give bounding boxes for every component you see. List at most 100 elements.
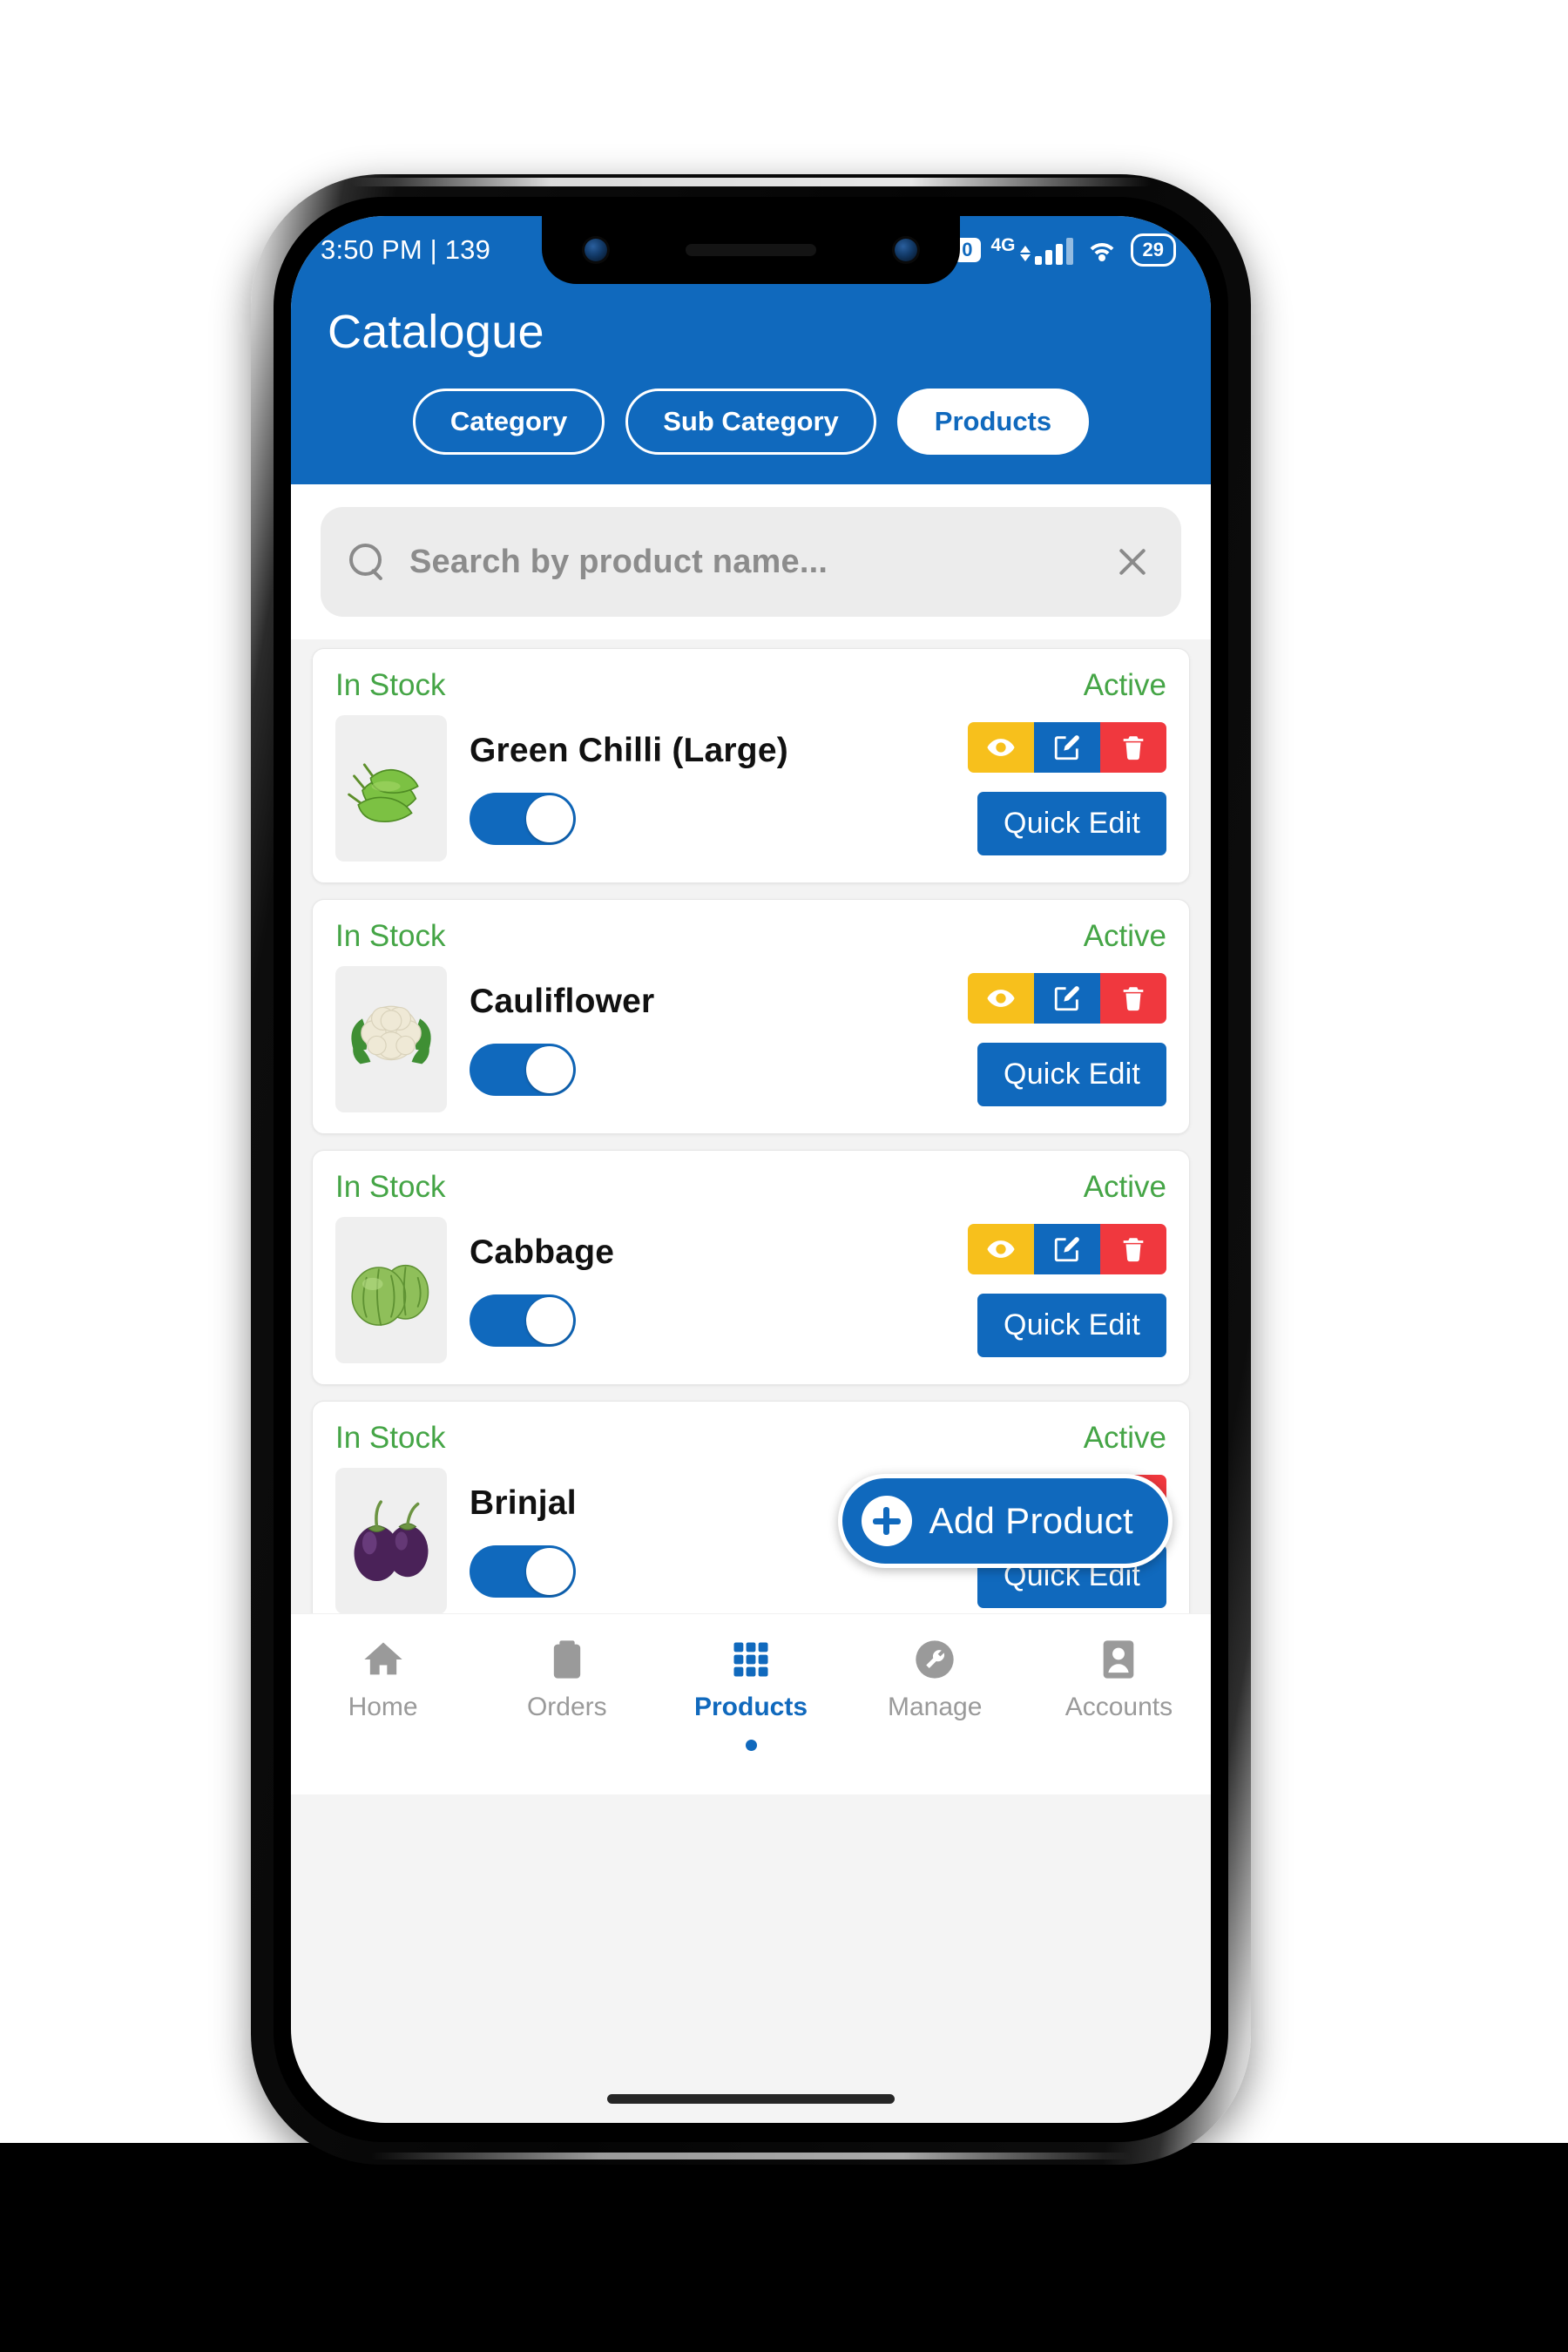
network-type-label: 4G [990,234,1016,255]
green-chilli-image [348,763,419,822]
edit-button[interactable] [1034,1223,1100,1274]
nav-label-accounts: Accounts [1064,1693,1173,1721]
card-actions: Quick Edit [968,972,1166,1106]
product-thumbnail [335,966,447,1112]
grid-icon [733,1642,768,1677]
signal-bars-icon [1034,237,1073,265]
add-product-button[interactable]: Add Product [837,1474,1173,1568]
list-item[interactable]: In Stock Active [312,1150,1190,1385]
phone-screen: 3:50 PM | 139 0 4G 29 Catalogue Category… [291,216,1211,2123]
quick-edit-button[interactable]: Quick Edit [977,791,1166,855]
search-input[interactable]: Search by product name... [409,544,1091,581]
eye-icon [987,1240,1015,1258]
card-header: In Stock Active [335,919,1166,954]
status-badge: Active [1083,919,1166,953]
status-badge: Active [1083,1421,1166,1455]
card-header: In Stock Active [335,1421,1166,1456]
frame-highlight-top [350,178,1152,186]
brinjal-image [354,1500,429,1582]
trash-icon [1123,986,1144,1010]
edit-button[interactable] [1034,972,1100,1024]
person-icon [1104,1640,1134,1679]
nav-label-home: Home [348,1693,418,1721]
delete-button[interactable] [1100,1223,1166,1274]
display-notch [542,216,960,284]
close-icon[interactable] [1113,543,1152,581]
delete-button[interactable] [1100,972,1166,1024]
status-bar-icons: 0 4G 29 [952,233,1176,267]
nav-label-products: Products [693,1693,808,1721]
search-section: Search by product name... [291,484,1211,639]
wrench-icon [916,1640,954,1679]
nav-item-products[interactable]: Products [659,1637,842,1751]
home-indicator[interactable] [607,2094,895,2104]
search-icon [347,542,387,582]
page-title: Catalogue [328,306,544,358]
edit-button[interactable] [1034,721,1100,773]
trash-icon [1123,735,1144,760]
view-button[interactable] [968,721,1034,773]
battery-icon: 29 [1130,233,1176,267]
stock-badge: In Stock [335,1170,446,1204]
view-button[interactable] [968,1223,1034,1274]
edit-icon [1054,1236,1079,1261]
backdrop-band [0,2143,1568,2352]
product-toggle[interactable] [470,1545,576,1598]
action-button-group [968,972,1166,1024]
product-name: Green Chilli (Large) [470,732,788,769]
product-thumbnail [335,1468,447,1613]
eye-icon [987,738,1015,756]
list-item[interactable]: In Stock Active [312,648,1190,883]
card-header: In Stock Active [335,1170,1166,1205]
front-camera-icon [585,239,607,261]
stock-badge: In Stock [335,919,446,953]
tab-category[interactable]: Category [412,389,605,455]
nav-item-orders[interactable]: Orders [475,1637,659,1722]
card-header: In Stock Active [335,668,1166,703]
earpiece-speaker [686,244,816,256]
quick-edit-button[interactable]: Quick Edit [977,1042,1166,1106]
status-badge: Active [1083,1170,1166,1204]
card-actions: Quick Edit [968,721,1166,855]
card-main: Cauliflower [470,983,945,1096]
active-tab-indicator [745,1740,757,1751]
tab-products[interactable]: Products [896,389,1090,455]
card-main: Green Chilli (Large) [470,732,945,845]
search-bar[interactable]: Search by product name... [321,507,1181,617]
nav-label-orders: Orders [526,1693,607,1721]
product-thumbnail [335,715,447,862]
trash-icon [1123,1237,1144,1261]
phone-bezel: 3:50 PM | 139 0 4G 29 Catalogue Category… [274,197,1228,2142]
delete-button[interactable] [1100,721,1166,773]
action-button-group [968,1223,1166,1274]
nav-label-manage: Manage [888,1693,983,1721]
phone-device-frame: 3:50 PM | 139 0 4G 29 Catalogue Category… [251,174,1251,2165]
sensor-icon [895,239,917,261]
app-header: Catalogue Category Sub Category Products [291,284,1211,484]
tab-sub-category[interactable]: Sub Category [625,389,876,455]
product-toggle[interactable] [470,1044,576,1096]
product-toggle[interactable] [470,793,576,845]
nav-item-manage[interactable]: Manage [843,1637,1027,1722]
nav-item-accounts[interactable]: Accounts [1027,1637,1211,1722]
list-item[interactable]: In Stock Active [312,899,1190,1134]
cabbage-image [351,1264,429,1327]
tab-bar: Category Sub Category Products [291,389,1211,455]
wifi-icon [1085,238,1119,262]
view-button[interactable] [968,972,1034,1024]
bottom-navigation: Home Orders Products Manage Accounts [291,1613,1211,1794]
product-thumbnail [335,1217,447,1363]
card-body: Cabbage Quick Edit [335,1217,1166,1363]
product-name: Cabbage [470,1233,615,1271]
home-icon [363,1642,402,1675]
quick-edit-button[interactable]: Quick Edit [977,1293,1166,1357]
card-body: Green Chilli (Large) Quick Edit [335,715,1166,862]
stock-badge: In Stock [335,668,446,702]
card-actions: Quick Edit [968,1223,1166,1357]
status-badge: Active [1083,668,1166,702]
nav-item-home[interactable]: Home [291,1637,475,1722]
edit-icon [1054,985,1079,1010]
product-toggle[interactable] [470,1294,576,1347]
product-list[interactable]: In Stock Active Green Chilli (Large) Qui… [291,639,1211,1613]
product-name: Cauliflower [470,983,655,1020]
